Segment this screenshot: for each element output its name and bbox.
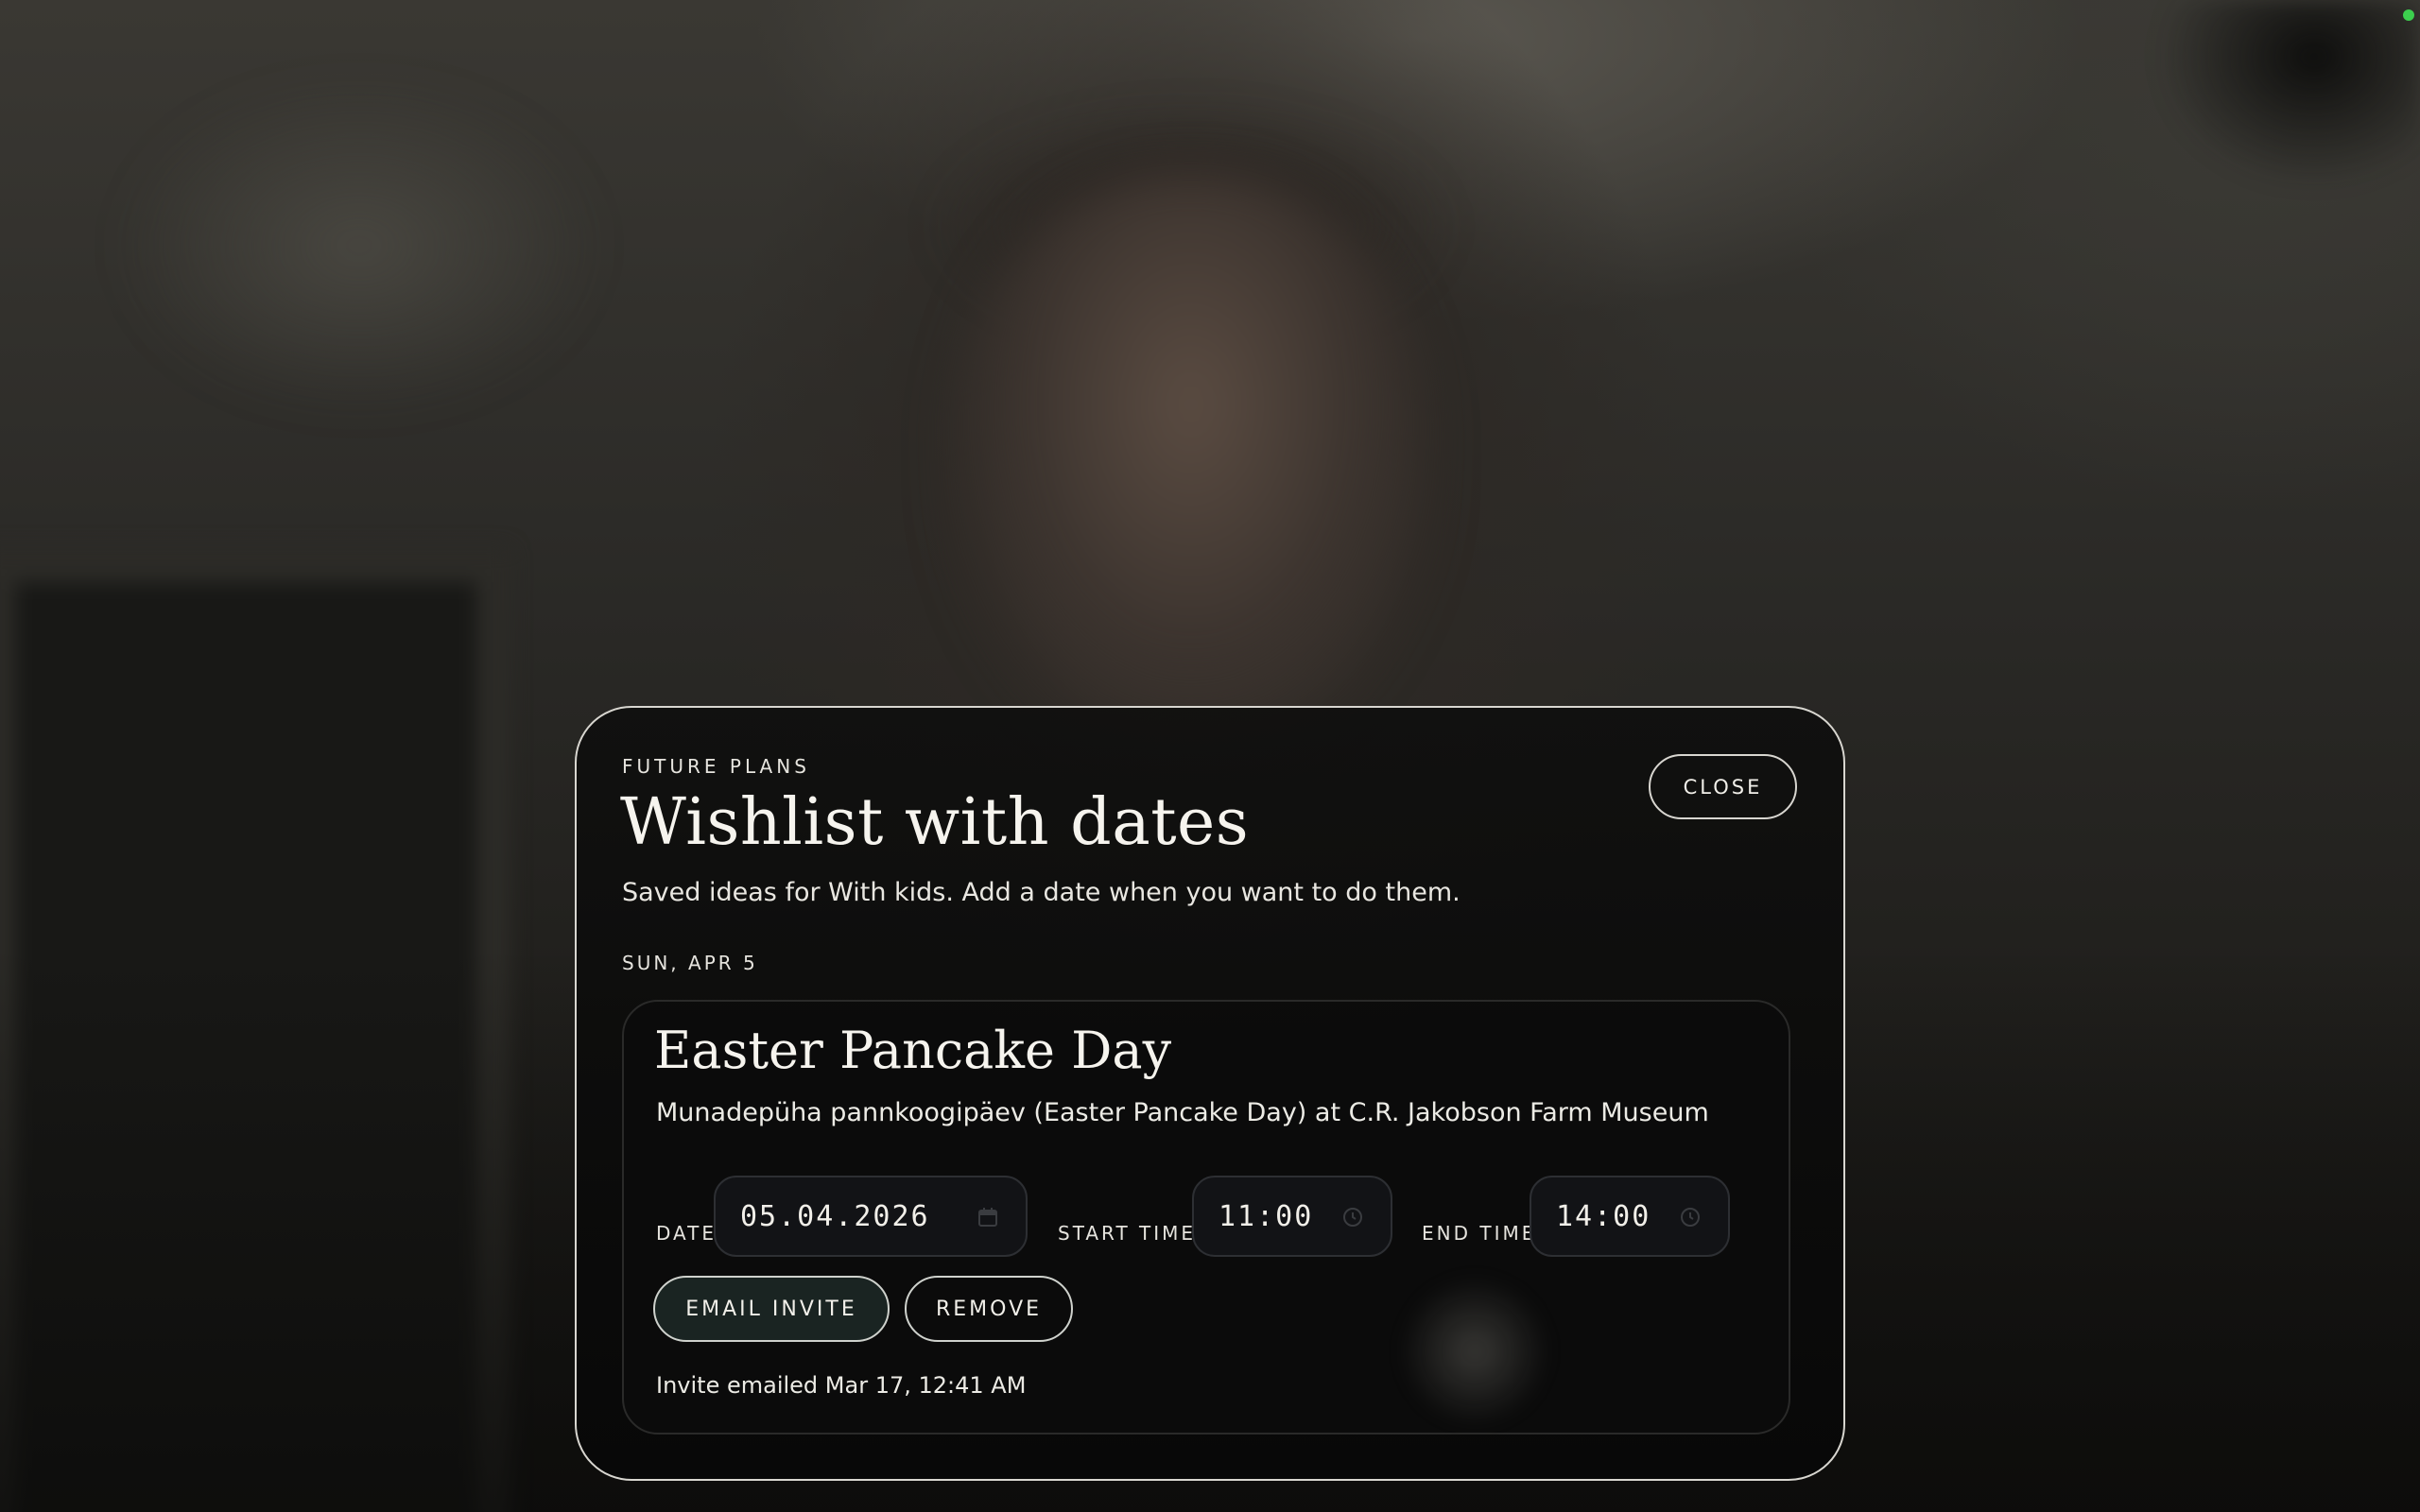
event-description: Munadepüha pannkoogipäev (Easter Pancake…: [656, 1098, 1709, 1127]
end-time-value: 14:00: [1556, 1199, 1651, 1233]
invite-status-text: Invite emailed Mar 17, 12:41 AM: [656, 1372, 1027, 1399]
date-value: 05.04.2026: [740, 1199, 930, 1233]
modal-eyebrow: FUTURE PLANS: [622, 755, 810, 778]
remove-button[interactable]: REMOVE: [905, 1276, 1073, 1342]
clock-icon[interactable]: [1679, 1206, 1702, 1228]
background-light: [113, 76, 605, 416]
start-time-value: 11:00: [1219, 1199, 1314, 1233]
day-group-label: SUN, APR 5: [622, 952, 758, 974]
background-corner: [2155, 0, 2420, 189]
wishlist-modal: FUTURE PLANS Wishlist with dates Saved i…: [575, 706, 1845, 1481]
date-label: DATE: [656, 1222, 717, 1245]
calendar-icon[interactable]: [977, 1206, 999, 1228]
clock-icon[interactable]: [1341, 1206, 1364, 1228]
event-card: Easter Pancake Day Munadepüha pannkoogip…: [622, 1000, 1790, 1435]
event-title: Easter Pancake Day: [654, 1021, 1172, 1080]
date-input[interactable]: 05.04.2026: [714, 1176, 1028, 1257]
end-time-label: END TIME: [1422, 1222, 1537, 1245]
start-time-label: START TIME: [1058, 1222, 1197, 1245]
email-invite-button[interactable]: EMAIL INVITE: [653, 1276, 890, 1342]
background-person: [945, 170, 1437, 756]
camera-status-dot: [2403, 9, 2414, 21]
close-button[interactable]: CLOSE: [1649, 754, 1797, 819]
start-time-input[interactable]: 11:00: [1192, 1176, 1392, 1257]
end-time-input[interactable]: 14:00: [1530, 1176, 1730, 1257]
modal-subtitle: Saved ideas for With kids. Add a date wh…: [622, 878, 1461, 907]
modal-title: Wishlist with dates: [620, 785, 1250, 860]
